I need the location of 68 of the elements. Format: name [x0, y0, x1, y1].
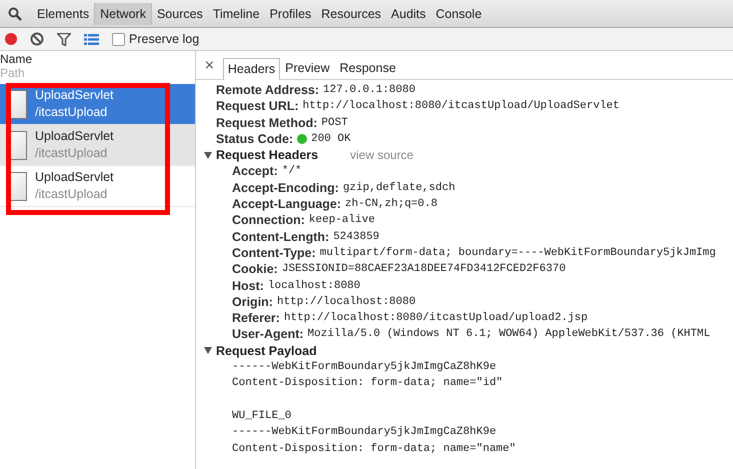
payload-line: Content-Disposition: form-data; name="name" — [232, 442, 516, 457]
header-value: POST — [321, 116, 348, 131]
payload-line: ------WebKitFormBoundary5jkJmImgCaZ8hK9e — [232, 360, 496, 376]
header-name: Accept-Language: — [232, 196, 342, 212]
header-value: zh-CN,zh;q=0.8 — [345, 197, 438, 212]
disclosure-triangle-icon[interactable] — [204, 152, 212, 159]
header-value: localhost:8080 — [268, 278, 360, 294]
payload-line: Content-Disposition: form-data; name="id" — [232, 376, 503, 392]
payload-line: ------WebKitFormBoundary5jkJmImgCaZ8hK9e — [232, 425, 496, 440]
header-name: Content-Type: — [232, 244, 316, 262]
header-name: Cookie: — [232, 261, 278, 278]
header-value: 200 OK — [311, 132, 351, 147]
request-name: UploadServlet — [35, 128, 114, 145]
clear-icon[interactable] — [30, 32, 44, 46]
panel-tab[interactable]: Timeline — [208, 2, 265, 24]
request-row[interactable]: UploadServlet /itcastUpload — [0, 125, 195, 166]
header-value: http://localhost:8080/itcastUpload/upload2.jsp — [284, 311, 588, 326]
request-row[interactable]: UploadServlet /itcastUpload — [0, 166, 195, 207]
header-name: Host: — [232, 278, 264, 294]
request-path: /itcastUpload — [35, 104, 108, 121]
header-value: */* — [282, 164, 302, 180]
payload-line: WU_FILE_0 — [232, 408, 292, 424]
header-value: keep-alive — [308, 213, 375, 228]
close-icon[interactable]: × — [204, 58, 215, 72]
list-view-icon[interactable] — [84, 34, 99, 44]
panel-tab[interactable]: Resources — [316, 2, 386, 24]
detail-tab[interactable]: Preview — [280, 57, 335, 79]
header-name: Content-Length: — [232, 228, 330, 245]
header-value: multipart/form-data; boundary=----WebKitFormBoundary5jkJmImg — [320, 246, 716, 261]
filter-icon[interactable] — [57, 32, 71, 46]
preserve-log-checkbox[interactable] — [112, 32, 125, 46]
detail-tab[interactable]: Response — [334, 57, 401, 79]
header-value: http://localhost:8080 — [276, 294, 416, 310]
header-name: User-Agent: — [232, 326, 304, 343]
panel-tab[interactable]: Audits — [386, 2, 431, 24]
header-value: Mozilla/5.0 (Windows NT 6.1; WOW64) AppleWebKit/537.36 (KHTML — [308, 327, 710, 342]
preserve-log-label: Preserve log — [129, 32, 200, 46]
section-title[interactable]: Request Payload — [216, 342, 317, 360]
header-value: http://localhost:8080/itcastUpload/UploadServlet — [302, 99, 620, 114]
search-icon[interactable] — [8, 6, 22, 20]
detail-tab[interactable]: Headers — [222, 58, 280, 80]
header-value: gzip,deflate,sdch — [342, 180, 456, 196]
record-icon[interactable] — [5, 33, 17, 45]
view-source-link[interactable]: view source — [350, 147, 414, 164]
header-name: Request Method: — [216, 114, 318, 131]
header-name: Remote Address: — [216, 82, 320, 98]
section-title[interactable]: Request Headers — [216, 147, 318, 164]
header-name: Status Code: — [216, 130, 294, 148]
header-name: Connection: — [232, 212, 305, 229]
request-path: /itcastUpload — [35, 145, 108, 162]
panel-tab[interactable]: Sources — [152, 2, 208, 24]
header-name: Request URL: — [216, 98, 299, 115]
header-value: 127.0.0.1:8080 — [323, 83, 416, 98]
panel-tab[interactable]: Network — [94, 2, 152, 24]
panel-tab[interactable]: Elements — [32, 2, 94, 24]
request-name: UploadServlet — [35, 87, 114, 104]
header-value: 5243859 — [333, 230, 380, 245]
disclosure-triangle-icon[interactable] — [204, 347, 212, 354]
panel-tab[interactable]: Profiles — [264, 2, 316, 24]
panel-tab[interactable]: Console — [430, 2, 487, 24]
header-name: Accept: — [232, 163, 278, 180]
request-path: /itcastUpload — [35, 186, 108, 203]
header-value: JSESSIONID=88CAEF23A18DEE74FD3412FCED2F6370 — [282, 262, 566, 278]
header-name: Origin: — [232, 294, 273, 310]
header-name: Accept-Encoding: — [232, 180, 339, 196]
header-name: Referer: — [232, 310, 280, 326]
request-name: UploadServlet — [35, 169, 114, 186]
name-column-header[interactable]: Name — [0, 52, 195, 66]
